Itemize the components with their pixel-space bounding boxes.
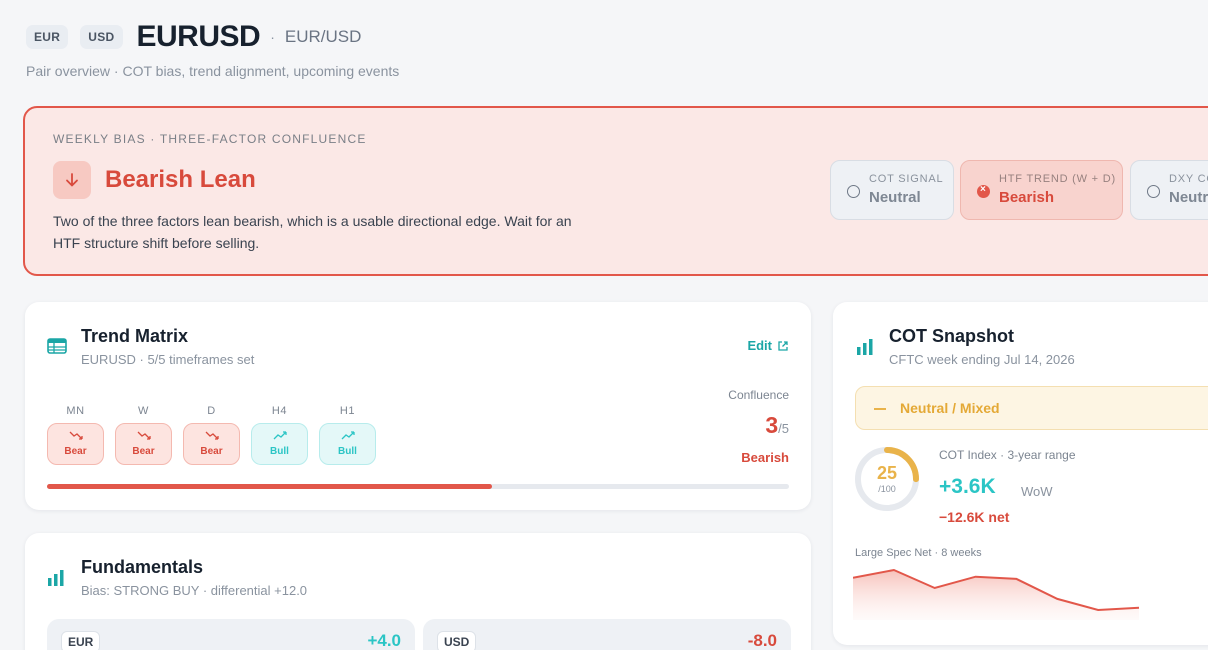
timeframe-w[interactable]: W Bear [115,405,172,465]
card-title: Trend Matrix [81,326,189,346]
timeframe-row: MN Bear W Bear D Bear H4 Bull H1 Bull [47,405,376,465]
factor-label: DXY CO [1169,173,1208,185]
factor-htf-trend[interactable]: HTF TREND (W + D) Bearish [960,160,1123,220]
progress-fill [47,484,493,489]
trend-up-icon [273,431,287,446]
card-subtitle: CFTC week ending Jul 14, 2026 [889,352,1075,367]
bias-title: Bearish Lean [105,166,256,193]
table-icon [47,338,67,359]
minus-icon [874,408,886,410]
cot-index-value: 25 [876,463,898,483]
quote-currency-chip[interactable]: USD [80,25,123,49]
factor-dxy[interactable]: DXY CO Neutr [1130,160,1208,220]
edit-label: Edit [747,338,772,353]
factor-value: Bearish [999,189,1055,206]
fundamental-score: +4.0 [367,631,401,650]
cot-net-value: −12.6K net [939,509,1010,525]
arrow-down-icon [53,161,91,199]
timeframe-h1[interactable]: H1 Bull [319,405,376,465]
factor-value: Neutr [1169,189,1208,206]
trend-state: Bear [132,446,155,457]
bar-chart-icon [47,569,65,592]
page-title: EURUSD [136,20,261,53]
timeframe-label: MN [66,405,85,417]
currency-chip: EUR [61,631,101,650]
trend-state: Bear [200,446,223,457]
bar-chart-icon [856,338,874,361]
confluence-progress-bar [47,484,789,489]
fundamental-score: -8.0 [747,631,777,650]
trend-pill[interactable]: Bear [47,423,104,465]
trend-up-icon [341,431,355,446]
cot-index-label: COT Index · 3-year range [939,448,1076,462]
card-subtitle: Bias: STRONG BUY · differential +12.0 [81,583,308,598]
confluence-score: 3/5 [765,412,789,438]
cot-snapshot-card: COT Snapshot CFTC week ending Jul 14, 20… [833,302,1208,645]
external-link-icon [778,340,788,351]
title-separator: · [270,29,275,45]
trend-state: Bull [270,446,289,457]
card-subtitle: EURUSD · 5/5 timeframes set [81,352,255,367]
sparkline-label: Large Spec Net · 8 weeks [855,547,982,559]
currency-chip: USD [437,631,477,650]
trend-pill[interactable]: Bull [251,423,308,465]
card-title: COT Snapshot [889,326,1014,346]
timeframe-d[interactable]: D Bear [183,405,240,465]
timeframe-mn[interactable]: MN Bear [47,405,104,465]
confluence-bias: Bearish [741,450,789,465]
trend-state: Bear [64,446,87,457]
trend-matrix-card: Trend Matrix EURUSD · 5/5 timeframes set… [25,302,811,510]
cot-index-max: /100 [878,484,896,494]
factor-label: COT SIGNAL [869,173,944,185]
close-circle-icon [977,184,990,198]
large-spec-sparkline [853,568,1140,620]
trend-down-icon [205,431,219,446]
timeframe-label: H4 [271,405,288,417]
neutral-circle-icon [847,185,860,198]
base-currency-chip[interactable]: EUR [26,25,69,49]
bias-kicker: WEEKLY BIAS · THREE-FACTOR CONFLUENCE [53,132,367,146]
timeframe-label: H1 [339,405,356,417]
cot-status-banner: Neutral / Mixed [855,386,1208,430]
cot-status: Neutral / Mixed [900,400,1000,416]
cot-wow-value: +3.6K [939,475,996,498]
fundamental-eur[interactable]: EUR +4.0 [47,619,415,650]
edit-trend-link[interactable]: Edit [747,338,789,353]
trend-state: Bull [338,446,357,457]
pair-display: EUR/USD [284,27,362,46]
trend-pill[interactable]: Bear [115,423,172,465]
neutral-circle-icon [1147,185,1160,198]
cot-wow-label: WoW [1021,484,1053,499]
trend-pill[interactable]: Bear [183,423,240,465]
timeframe-h4[interactable]: H4 Bull [251,405,308,465]
factor-cot-signal[interactable]: COT SIGNAL Neutral [830,160,954,220]
trend-down-icon [69,431,83,446]
fundamental-usd[interactable]: USD -8.0 [423,619,791,650]
weekly-bias-panel: WEEKLY BIAS · THREE-FACTOR CONFLUENCE Be… [23,106,1208,276]
card-title: Fundamentals [81,557,204,577]
factor-label: HTF TREND (W + D) [999,173,1116,185]
page-header: EUR USD EURUSD · EUR/USD [26,20,361,54]
factor-value: Neutral [869,189,921,206]
fundamentals-card: Fundamentals Bias: STRONG BUY · differen… [25,533,811,650]
trend-pill[interactable]: Bull [319,423,376,465]
timeframe-label: D [207,405,216,417]
timeframe-label: W [138,405,149,417]
confluence-label: Confluence [728,388,789,402]
trend-down-icon [137,431,151,446]
bias-description: Two of the three factors lean bearish, w… [53,213,572,251]
page-subtitle: Pair overview · COT bias, trend alignmen… [26,63,400,79]
